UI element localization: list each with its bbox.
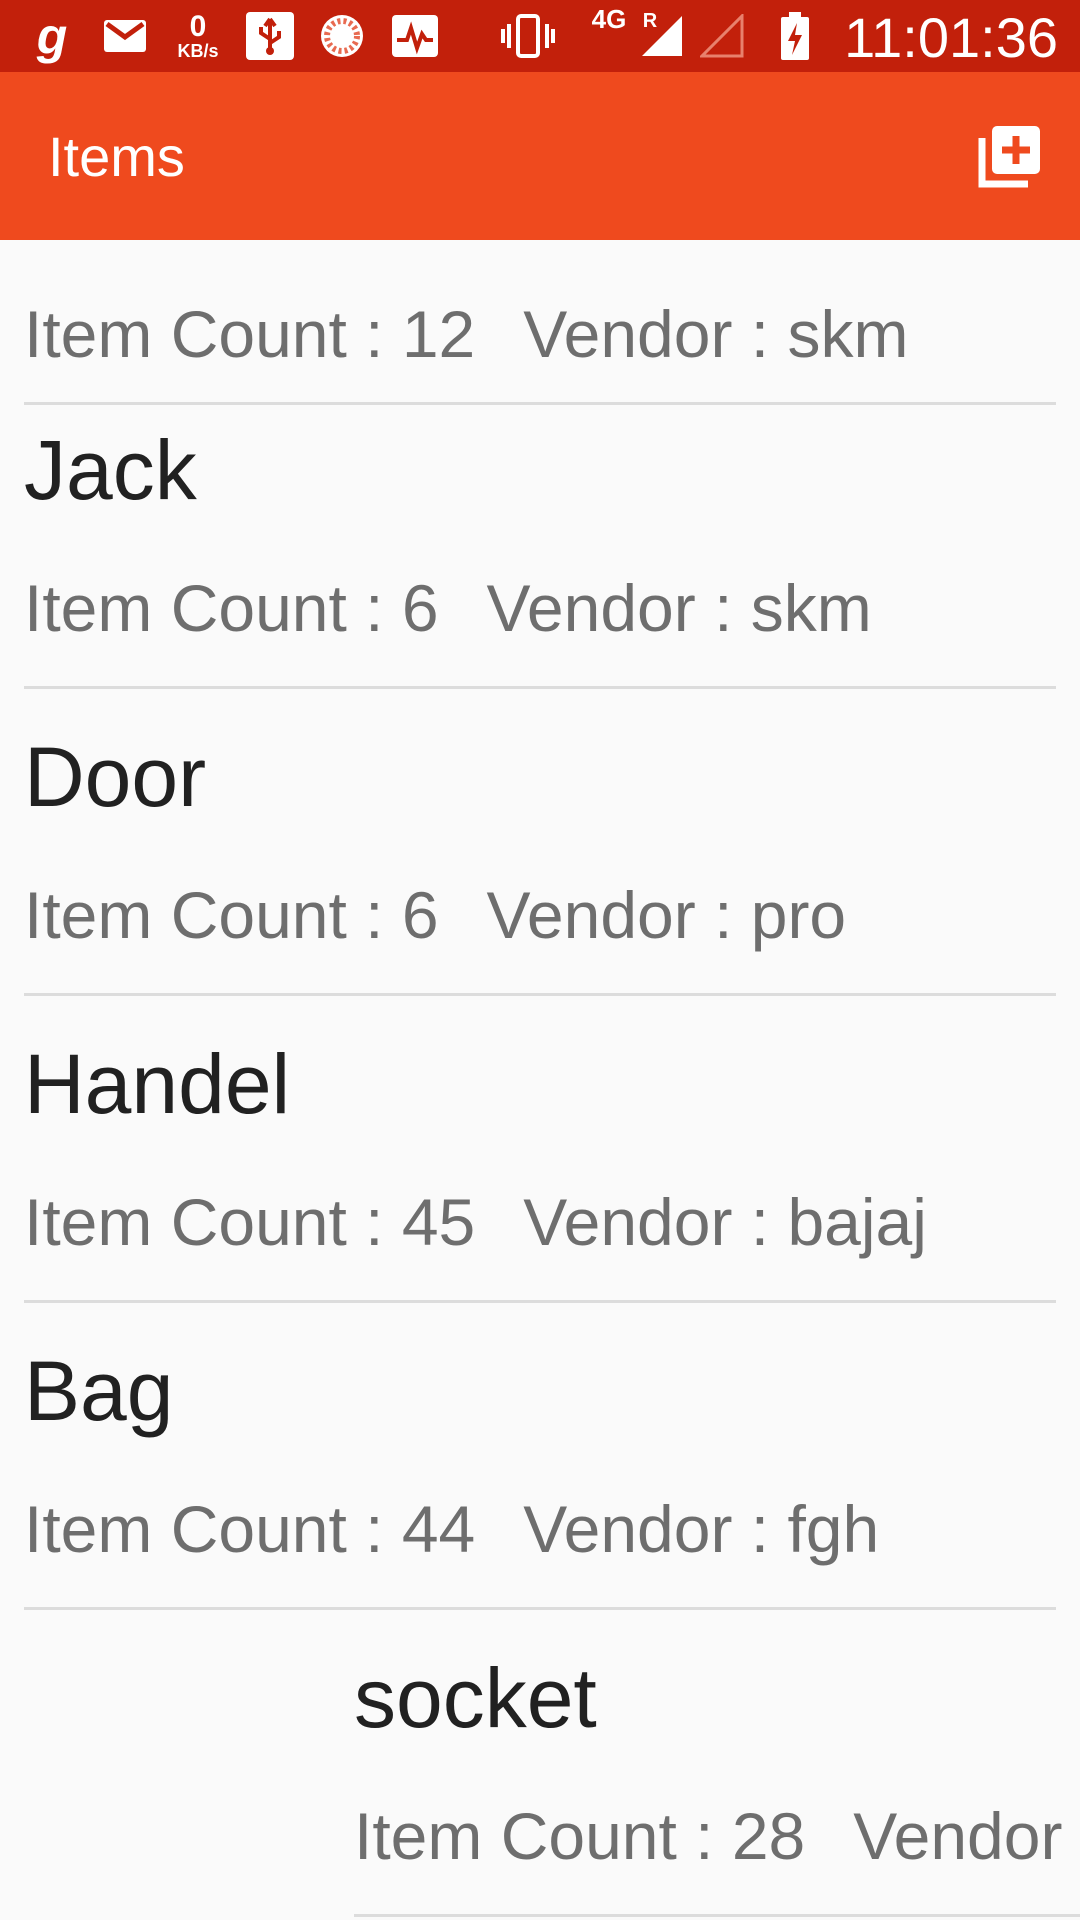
vendor-label: Vendor : [486, 878, 751, 952]
item-meta: Item Count : 45 Vendor : bajaj [24, 1182, 927, 1262]
item-count-label: Item Count : [24, 1185, 402, 1259]
battery-charging-icon [778, 10, 812, 62]
status-bar: g 0 KB/s 4G R 11:01:36 [0, 0, 1080, 72]
list-item[interactable]: Door Item Count : 6 Vendor : pro [24, 727, 1056, 1034]
vendor-label: Vendor : [853, 1799, 1080, 1873]
items-list: Item Count : 12 Vendor : skm Jack Item Co… [0, 240, 1080, 1920]
row-divider [24, 993, 1056, 996]
vendor-value: skm [750, 571, 872, 645]
item-meta: Item Count : 6 Vendor : skm [24, 568, 872, 648]
item-count-value: 28 [731, 1799, 806, 1873]
item-name: Bag [24, 1344, 174, 1438]
app-bar: Items [0, 72, 1080, 240]
list-item[interactable]: Jack Item Count : 6 Vendor : skm [24, 420, 1056, 727]
item-count-value: 45 [401, 1185, 476, 1259]
list-item[interactable]: Handel Item Count : 45 Vendor : bajaj [24, 1034, 1056, 1341]
item-meta: Item Count : 6 Vendor : pro [24, 875, 846, 955]
item-name: Handel [24, 1037, 291, 1131]
item-meta: Item Count : 44 Vendor : fgh [24, 1489, 879, 1569]
item-name: socket [354, 1651, 597, 1745]
item-count-label: Item Count : [24, 878, 402, 952]
vendor-label: Vendor : [486, 571, 751, 645]
item-name: Door [24, 730, 207, 824]
g-app-icon: g [36, 8, 68, 64]
item-name: Jack [24, 423, 197, 517]
item-count-label: Item Count : [354, 1799, 732, 1873]
vendor-label: Vendor : [523, 1185, 788, 1259]
usb-icon [244, 10, 296, 62]
network-type: 4G [591, 4, 627, 34]
list-item[interactable]: socket Item Count : 28 Vendor : [354, 1648, 1080, 1920]
vendor-value: pro [750, 878, 847, 952]
vendor-value: bajaj [787, 1185, 927, 1259]
net-speed-value: 0 [189, 10, 207, 43]
row-divider [24, 1607, 1056, 1610]
item-count-label: Item Count : [24, 297, 402, 371]
item-meta: Item Count : 28 Vendor : [354, 1796, 1080, 1876]
add-item-button[interactable] [976, 122, 1044, 190]
row-divider [24, 402, 1056, 405]
list-item[interactable]: Bag Item Count : 44 Vendor : fgh [24, 1341, 1056, 1648]
item-count-value: 6 [401, 571, 439, 645]
item-count-value: 12 [401, 297, 476, 371]
vendor-value: skm [787, 297, 909, 371]
row-divider [24, 686, 1056, 689]
row-divider [24, 1300, 1056, 1303]
item-count-label: Item Count : [24, 1492, 402, 1566]
vendor-value: fgh [787, 1492, 880, 1566]
item-count-label: Item Count : [24, 571, 402, 645]
activity-icon [390, 10, 440, 62]
row-divider [354, 1914, 1080, 1917]
item-count-value: 6 [401, 878, 439, 952]
signal-empty-icon [700, 10, 744, 62]
library-add-icon [978, 126, 1040, 188]
gmail-icon [102, 10, 148, 62]
vibrate-icon [500, 10, 556, 62]
vendor-label: Vendor : [523, 297, 788, 371]
signal-4g-icon [640, 10, 684, 62]
vendor-label: Vendor : [523, 1492, 788, 1566]
sync-circle-icon [318, 10, 366, 62]
net-speed-icon: 0 KB/s [170, 10, 226, 62]
item-count-value: 44 [401, 1492, 476, 1566]
list-item[interactable]: Item Count : 12 Vendor : skm [24, 240, 1056, 437]
clock: 11:01:36 [844, 6, 1058, 69]
item-meta: Item Count : 12 Vendor : skm [24, 294, 908, 374]
net-speed-unit: KB/s [177, 41, 219, 61]
page-title: Items [48, 125, 185, 188]
